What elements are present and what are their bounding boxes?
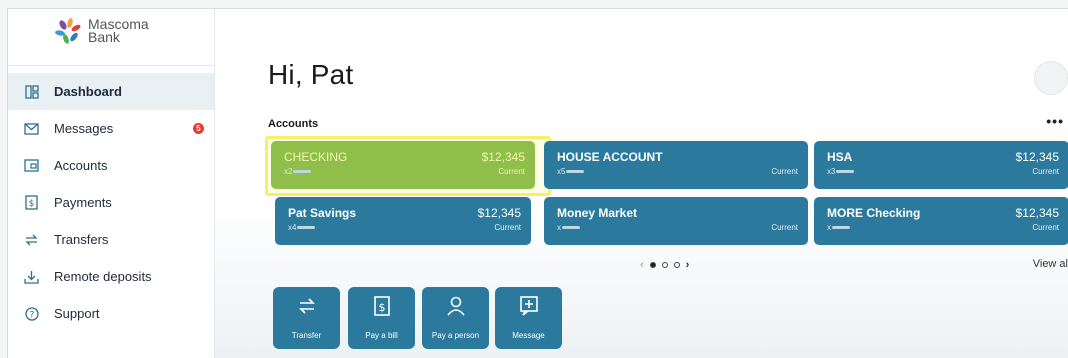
sidebar-item-label: Messages — [54, 121, 114, 136]
sidebar-item-accounts[interactable]: Accounts — [8, 147, 214, 184]
prev-page-button[interactable]: ‹ — [640, 259, 644, 271]
transfer-arrows-icon — [24, 232, 39, 247]
account-balance: $12,345 — [1015, 206, 1059, 220]
quick-action-label: Message — [512, 331, 545, 340]
sidebar: Mascoma Bank Dashboard Messages 5 Accoun… — [8, 9, 215, 358]
account-balance: $12,345 — [1015, 150, 1059, 164]
bill-icon: $ — [348, 295, 415, 319]
accounts-icon — [24, 158, 39, 173]
account-name: Pat Savings — [288, 206, 357, 220]
account-card-money-market[interactable]: Money Market x Current — [544, 197, 808, 245]
sidebar-divider — [8, 65, 214, 66]
pay-person-button[interactable]: Pay a person — [422, 287, 489, 349]
sidebar-item-label: Accounts — [54, 158, 108, 173]
sidebar-item-support[interactable]: ? Support — [8, 295, 214, 332]
svg-text:$: $ — [378, 301, 385, 314]
logo-line2: Bank — [88, 29, 120, 45]
quick-action-label: Pay a bill — [365, 331, 398, 340]
deposit-icon — [24, 269, 39, 284]
account-card-house[interactable]: HOUSE ACCOUNT x5 Current — [544, 141, 808, 189]
account-number: x3 — [827, 167, 855, 176]
pager-dot[interactable] — [673, 262, 680, 268]
view-all-link[interactable]: View al — [1033, 258, 1068, 270]
account-balance: $12,345 — [477, 206, 521, 220]
page-title: Hi, Pat — [268, 59, 354, 90]
message-icon — [495, 295, 562, 319]
account-card-more-checking[interactable]: MORE Checking x $12,345 Current — [814, 197, 1068, 245]
pay-bill-button[interactable]: $ Pay a bill — [348, 287, 415, 349]
sidebar-item-messages[interactable]: Messages 5 — [8, 110, 214, 147]
pager-dot[interactable] — [661, 262, 668, 268]
account-number: x — [557, 223, 580, 232]
unread-count-badge: 5 — [193, 123, 204, 134]
next-page-button[interactable]: › — [686, 259, 690, 271]
sidebar-item-label: Support — [54, 306, 100, 321]
account-name: Money Market — [557, 206, 638, 220]
account-name: HOUSE ACCOUNT — [557, 150, 663, 164]
dashboard-main: Hi, Pat Accounts ••• CHECKING x2 $12,345… — [215, 9, 1068, 358]
app-frame: Mascoma Bank Dashboard Messages 5 Accoun… — [7, 8, 1068, 358]
account-card-checking[interactable]: CHECKING x2 $12,345 Current — [271, 141, 535, 189]
pager-dot-active[interactable] — [649, 262, 656, 268]
quick-action-label: Pay a person — [431, 331, 480, 340]
sidebar-item-remote-deposits[interactable]: Remote deposits — [8, 258, 214, 295]
message-button[interactable]: Message — [495, 287, 562, 349]
account-status: Current — [494, 223, 521, 232]
logo-text: Mascoma Bank — [88, 17, 149, 45]
dollar-doc-icon: $ — [24, 195, 39, 210]
carousel-pager: ‹ › — [640, 259, 689, 271]
account-number: x — [827, 223, 850, 232]
help-circle-icon: ? — [24, 306, 39, 321]
account-number: x2 — [284, 167, 312, 176]
account-number: x4 — [288, 223, 316, 232]
sidebar-item-label: Dashboard — [54, 84, 122, 99]
accounts-section-title: Accounts — [268, 118, 319, 130]
bank-logo[interactable]: Mascoma Bank — [54, 17, 149, 45]
avatar[interactable] — [1034, 61, 1068, 95]
account-number: x5 — [557, 167, 585, 176]
person-icon — [422, 295, 489, 319]
envelope-icon — [24, 121, 39, 136]
sidebar-nav: Dashboard Messages 5 Accounts $ Payments — [8, 73, 214, 332]
more-options-button[interactable]: ••• — [1046, 113, 1064, 129]
sidebar-item-label: Transfers — [54, 232, 109, 247]
account-card-pat-savings[interactable]: Pat Savings x4 $12,345 Current — [275, 197, 531, 245]
transfer-button[interactable]: Transfer — [273, 287, 340, 349]
svg-text:$: $ — [29, 199, 35, 209]
logo-mark-icon — [55, 18, 81, 44]
account-status: Current — [771, 223, 798, 232]
account-status: Current — [1032, 223, 1059, 232]
account-status: Current — [1032, 167, 1059, 176]
account-name: CHECKING — [284, 150, 348, 164]
account-status: Current — [498, 167, 525, 176]
transfer-icon — [273, 295, 340, 319]
account-status: Current — [771, 167, 798, 176]
account-balance: $12,345 — [481, 150, 525, 164]
sidebar-item-dashboard[interactable]: Dashboard — [8, 73, 214, 110]
sidebar-item-payments[interactable]: $ Payments — [8, 184, 214, 221]
account-name: MORE Checking — [827, 206, 921, 220]
svg-text:?: ? — [29, 310, 34, 320]
account-card-hsa[interactable]: HSA x3 $12,345 Current — [814, 141, 1068, 189]
quick-action-label: Transfer — [291, 331, 322, 340]
account-name: HSA — [827, 150, 853, 164]
sidebar-item-label: Remote deposits — [54, 269, 152, 284]
sidebar-item-label: Payments — [54, 195, 112, 210]
sidebar-item-transfers[interactable]: Transfers — [8, 221, 214, 258]
dashboard-icon — [24, 84, 39, 99]
